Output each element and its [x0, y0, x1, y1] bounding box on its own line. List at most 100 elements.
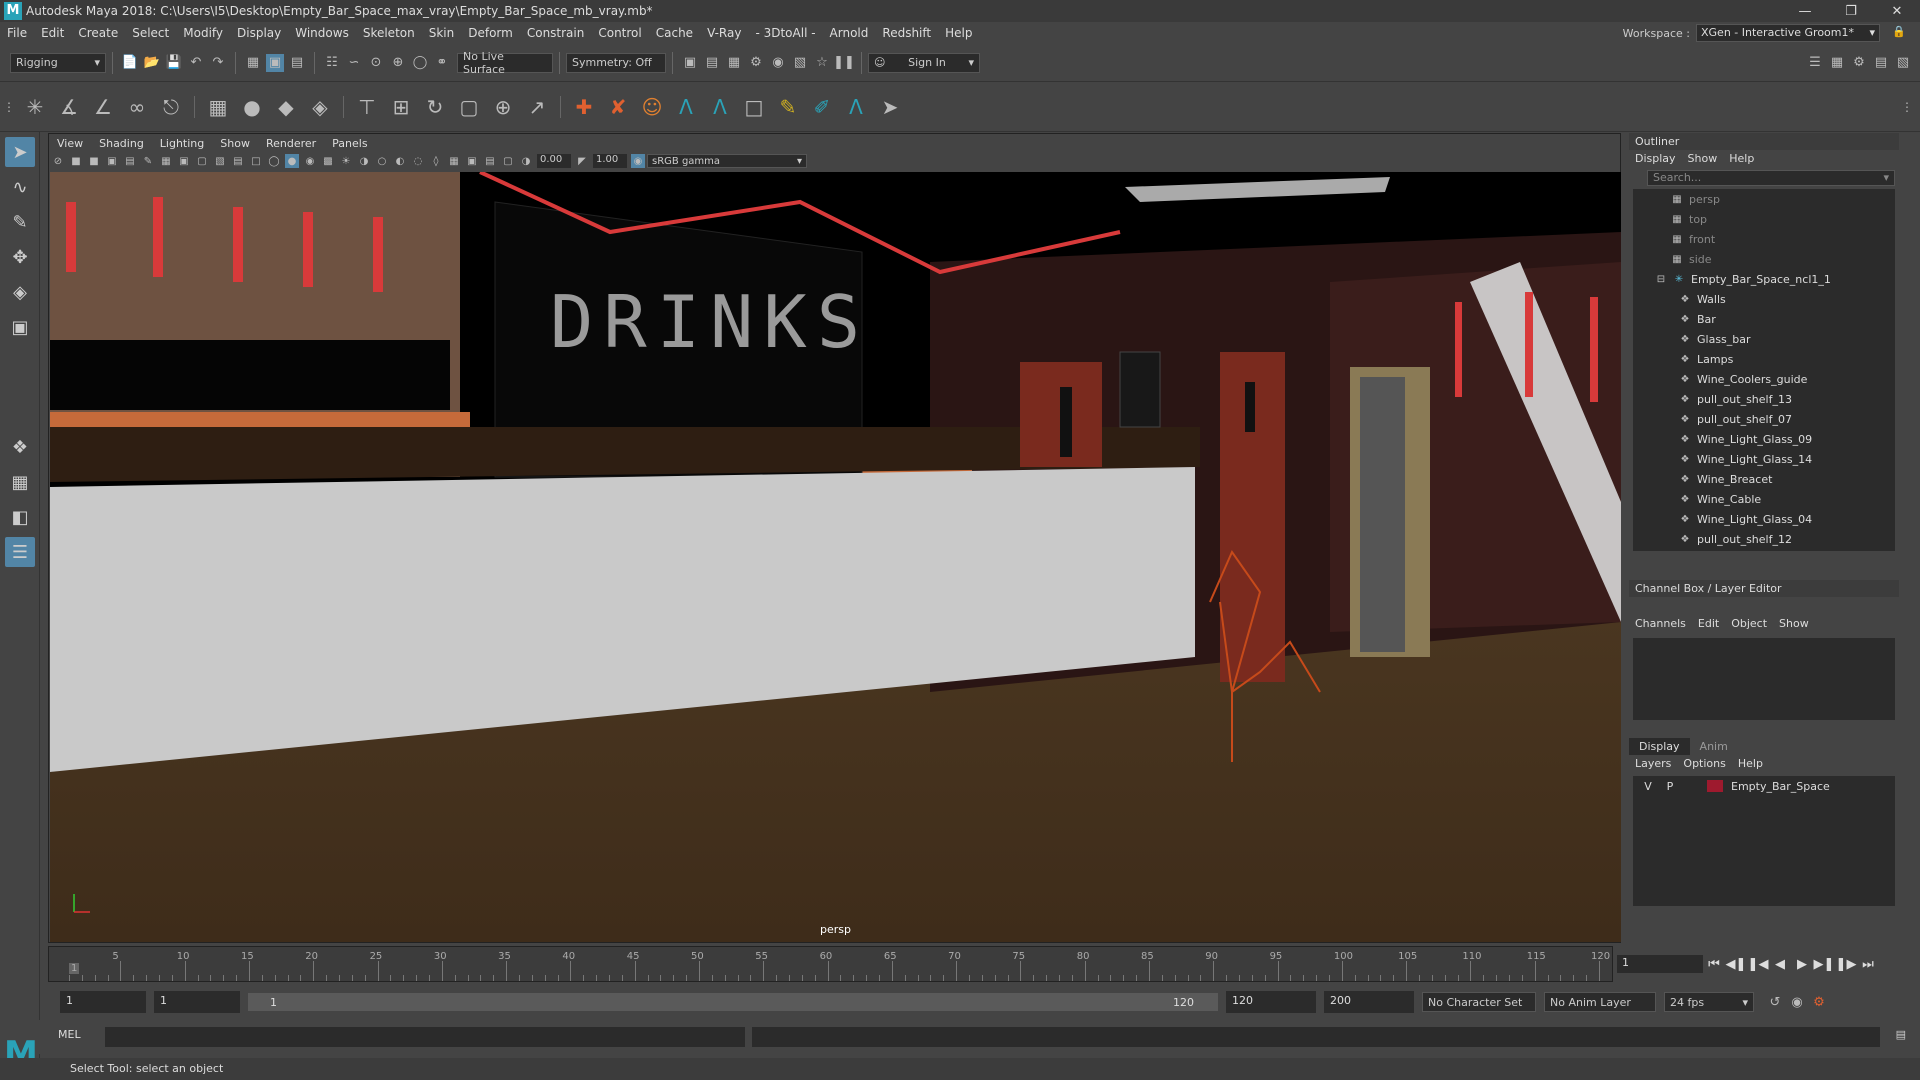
- go-to-start-icon[interactable]: ⏮: [1703, 957, 1725, 972]
- animation-end-field[interactable]: 200: [1324, 991, 1414, 1013]
- step-forward-frame-icon[interactable]: ▶❚: [1813, 957, 1835, 972]
- modeling-toolkit-icon[interactable]: ☰: [1806, 54, 1824, 72]
- view-transform-dropdown[interactable]: sRGB gamma ▾: [647, 154, 807, 168]
- viewport-menu-show[interactable]: Show: [212, 137, 258, 150]
- shelf-scroll-icon[interactable]: ⋮: [1900, 92, 1914, 122]
- collapse-icon[interactable]: ⊟: [1655, 273, 1667, 285]
- tab-display[interactable]: Display: [1629, 738, 1690, 755]
- scale-tool-icon[interactable]: ▣: [5, 312, 35, 342]
- viewport-menu-panels[interactable]: Panels: [324, 137, 375, 150]
- outliner-item-group[interactable]: ❖ pull_out_shelf_07: [1633, 409, 1895, 429]
- snap-curve-icon[interactable]: ∽: [345, 54, 363, 72]
- hypershade-icon[interactable]: ◉: [769, 54, 787, 72]
- depth-of-field-icon[interactable]: ◊: [429, 154, 443, 168]
- select-object-icon[interactable]: ▣: [266, 53, 284, 72]
- outliner-menu-help[interactable]: Help: [1723, 152, 1760, 165]
- ik-handle-icon[interactable]: ∡: [54, 92, 84, 122]
- wrap-icon[interactable]: □: [739, 92, 769, 122]
- orient-constraint-icon[interactable]: ↻: [420, 92, 450, 122]
- blend-shape-icon[interactable]: ✎: [773, 92, 803, 122]
- gamma-field[interactable]: 1.00: [593, 154, 627, 168]
- symmetry-dropdown[interactable]: Symmetry: Off: [566, 52, 666, 73]
- exposure-field[interactable]: 0.00: [537, 154, 571, 168]
- animation-start-field[interactable]: 1: [154, 991, 240, 1013]
- menu-skeleton[interactable]: Skeleton: [356, 26, 422, 40]
- channel-box-body[interactable]: [1633, 638, 1895, 720]
- humanik-icon[interactable]: ⎋: [156, 92, 186, 122]
- layer-menu-layers[interactable]: Layers: [1629, 757, 1677, 770]
- new-scene-icon[interactable]: 📄: [121, 54, 139, 72]
- channel-box-menu-show[interactable]: Show: [1773, 617, 1815, 630]
- select-component-icon[interactable]: ▤: [288, 54, 306, 72]
- menu-redshift[interactable]: Redshift: [875, 26, 938, 40]
- scale-constraint-icon[interactable]: ▢: [454, 92, 484, 122]
- light-editor-icon[interactable]: ☆: [813, 54, 831, 72]
- sculpt-icon[interactable]: ✐: [807, 92, 837, 122]
- aim-constraint-icon[interactable]: ⊕: [488, 92, 518, 122]
- select-tool-icon[interactable]: ➤: [5, 137, 35, 167]
- menu-set-dropdown[interactable]: Rigging ▾: [10, 52, 106, 73]
- wireframe-icon[interactable]: ◯: [267, 154, 281, 168]
- current-time-indicator[interactable]: 1: [69, 963, 80, 974]
- single-perspective-layout-icon[interactable]: ❖: [5, 432, 35, 462]
- outliner-item-camera[interactable]: ▦ front: [1633, 229, 1895, 249]
- cluster-icon[interactable]: ✘: [603, 92, 633, 122]
- outliner-item-camera[interactable]: ▦ persp: [1633, 189, 1895, 209]
- select-hierarchy-icon[interactable]: ▦: [244, 54, 262, 72]
- menu-create[interactable]: Create: [71, 26, 125, 40]
- menu-skin[interactable]: Skin: [422, 26, 462, 40]
- xray-joints-icon[interactable]: ▤: [483, 154, 497, 168]
- outliner-menu-show[interactable]: Show: [1682, 152, 1724, 165]
- anti-aliasing-icon[interactable]: ◌: [411, 154, 425, 168]
- layer-row[interactable]: V P Empty_Bar_Space: [1633, 776, 1895, 796]
- bookmark-icon[interactable]: ■: [87, 154, 101, 168]
- default-material-icon[interactable]: ◉: [303, 154, 317, 168]
- time-slider[interactable]: 5 10 15 20 25 30 35 40 45 50 55 60 65 70 75 80 85 90 95 100…: [48, 946, 1613, 982]
- deformer-icon[interactable]: Λ: [671, 92, 701, 122]
- command-input[interactable]: [105, 1027, 745, 1047]
- sign-in-button[interactable]: ☺ Sign In ▾: [868, 52, 980, 73]
- layer-color-swatch[interactable]: [1707, 780, 1723, 792]
- minimize-icon[interactable]: —: [1782, 0, 1828, 22]
- snap-point-icon[interactable]: ⊙: [367, 54, 385, 72]
- outliner-item-group[interactable]: ❖ Wine_Light_Glass_09: [1633, 429, 1895, 449]
- menu-select[interactable]: Select: [125, 26, 176, 40]
- grid-icon[interactable]: ▦: [159, 154, 173, 168]
- outliner-menu-display[interactable]: Display: [1629, 152, 1682, 165]
- live-surface-dropdown[interactable]: No Live Surface: [457, 50, 553, 76]
- step-back-frame-icon[interactable]: ❚◀: [1747, 957, 1769, 972]
- render-frame-icon[interactable]: ▤: [703, 54, 721, 72]
- menu-3dtoall[interactable]: - 3DtoAll -: [748, 26, 822, 40]
- rig-figure-icon[interactable]: ☺: [637, 92, 667, 122]
- undo-icon[interactable]: ↶: [187, 54, 205, 72]
- character-set-dropdown[interactable]: No Character Set: [1422, 992, 1536, 1012]
- range-slider[interactable]: 1 120: [248, 993, 1218, 1011]
- wire-icon[interactable]: Λ: [841, 92, 871, 122]
- rotate-tool-icon[interactable]: ◈: [5, 277, 35, 307]
- camera-attributes-icon[interactable]: ■: [69, 154, 83, 168]
- viewport-menu-view[interactable]: View: [49, 137, 91, 150]
- joint-orient-icon[interactable]: ∞: [122, 92, 152, 122]
- play-backwards-icon[interactable]: ◀: [1769, 957, 1791, 972]
- outliner-item-group[interactable]: ❖ Wine_Cable: [1633, 489, 1895, 509]
- outliner-item-group[interactable]: ❖ pull_out_shelf_12: [1633, 529, 1895, 549]
- outliner-item-group[interactable]: ❖ Bar: [1633, 309, 1895, 329]
- go-to-end-icon[interactable]: ⏭: [1857, 957, 1879, 972]
- layer-editor-icon[interactable]: ▧: [1894, 54, 1912, 72]
- step-forward-key-icon[interactable]: ❚▶: [1835, 957, 1857, 972]
- smooth-bind-icon[interactable]: ●: [237, 92, 267, 122]
- outliner-item-group[interactable]: ❖ Wine_Coolers_guide: [1633, 369, 1895, 389]
- playback-end-field[interactable]: 120: [1226, 991, 1316, 1013]
- workspace-dropdown[interactable]: XGen - Interactive Groom1* ▾: [1696, 24, 1880, 42]
- layer-visibility-toggle[interactable]: V: [1641, 780, 1655, 793]
- smooth-shade-icon[interactable]: ●: [285, 154, 299, 168]
- point-constraint-icon[interactable]: ⊞: [386, 92, 416, 122]
- menu-display[interactable]: Display: [230, 26, 288, 40]
- fps-dropdown[interactable]: 24 fps ▾: [1664, 992, 1754, 1012]
- loop-icon[interactable]: ↺: [1766, 993, 1784, 1011]
- image-plane-icon[interactable]: ▣: [105, 154, 119, 168]
- channel-box-menu-edit[interactable]: Edit: [1692, 617, 1725, 630]
- shadows-icon[interactable]: ◑: [357, 154, 371, 168]
- menu-modify[interactable]: Modify: [176, 26, 230, 40]
- animation-preferences-icon[interactable]: ⚙: [1810, 993, 1828, 1011]
